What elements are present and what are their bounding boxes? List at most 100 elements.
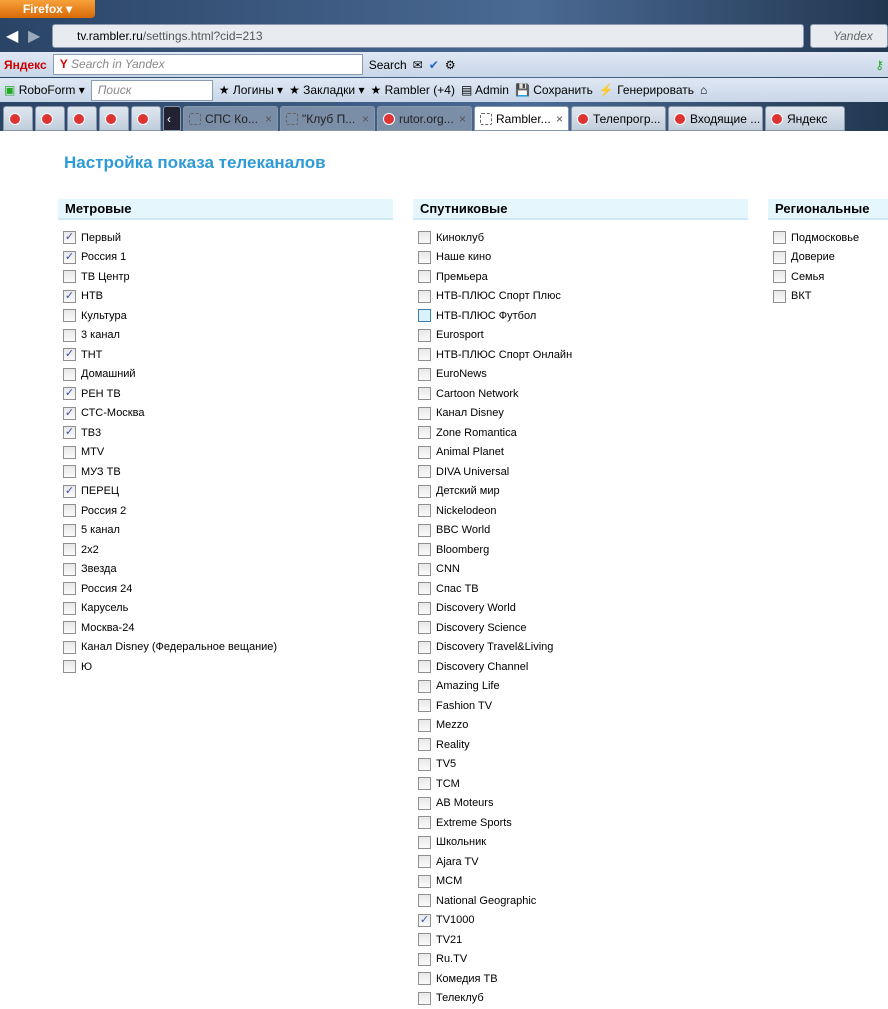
channel-checkbox[interactable] (418, 738, 431, 752)
mail-icon[interactable]: ✉ (413, 58, 423, 72)
save-button[interactable]: 💾 Сохранить (515, 83, 593, 97)
channel-option[interactable]: Discovery Science (418, 618, 748, 638)
channel-checkbox[interactable] (418, 406, 431, 420)
channel-option[interactable]: Домашний (63, 365, 393, 385)
channel-checkbox[interactable] (418, 270, 431, 284)
channel-option[interactable]: Discovery Travel&Living (418, 638, 748, 658)
channel-option[interactable]: ✓ СТС-Москва (63, 404, 393, 424)
tab[interactable] (3, 106, 33, 131)
channel-checkbox[interactable] (418, 777, 431, 791)
channel-checkbox[interactable] (418, 796, 431, 810)
channel-option[interactable]: MTV (63, 443, 393, 463)
channel-option[interactable]: Extreme Sports (418, 813, 748, 833)
channel-checkbox[interactable] (418, 367, 431, 381)
channel-option[interactable]: Россия 24 (63, 579, 393, 599)
channel-checkbox[interactable] (63, 465, 76, 479)
channel-option[interactable]: Канал Disney (Федеральное вещание) (63, 638, 393, 658)
browser-search-box[interactable]: Yandex (810, 24, 888, 48)
yandex-logo[interactable]: Яндекс (4, 58, 47, 72)
roboform-search-input[interactable]: Поиск (90, 79, 213, 101)
firefox-menu-button[interactable]: Firefox ▾ (0, 0, 95, 18)
channel-option[interactable]: Москва-24 (63, 618, 393, 638)
roboform-button[interactable]: ▣ RoboForm ▾ (4, 83, 85, 97)
close-tab-icon[interactable]: × (362, 112, 369, 126)
channel-option[interactable]: TCM (418, 774, 748, 794)
channel-checkbox[interactable] (63, 543, 76, 557)
spellcheck-icon[interactable]: ✔ (429, 58, 439, 72)
channel-checkbox[interactable]: ✓ (418, 913, 431, 927)
channel-checkbox[interactable] (418, 309, 431, 323)
channel-option[interactable]: CNN (418, 560, 748, 580)
channel-option[interactable]: Zone Romantica (418, 423, 748, 443)
channel-option[interactable]: DIVA Universal (418, 462, 748, 482)
channel-checkbox[interactable] (418, 621, 431, 635)
channel-option[interactable]: 2х2 (63, 540, 393, 560)
channel-checkbox[interactable] (773, 250, 786, 264)
channel-option[interactable]: 5 канал (63, 521, 393, 541)
yandex-search-input[interactable]: Y Search in Yandex (52, 54, 363, 75)
channel-checkbox[interactable] (418, 660, 431, 674)
tab[interactable]: rutor.org... × (377, 106, 472, 131)
channel-option[interactable]: Киноклуб (418, 228, 748, 248)
tab-scroll-left[interactable]: ‹ (163, 106, 181, 131)
channel-option[interactable]: National Geographic (418, 891, 748, 911)
channel-checkbox[interactable] (773, 231, 786, 245)
channel-option[interactable]: Mezzo (418, 716, 748, 736)
url-bar[interactable]: tv.rambler.ru/settings.html?cid=213 (52, 24, 804, 48)
channel-checkbox[interactable] (63, 309, 76, 323)
channel-checkbox[interactable]: ✓ (63, 250, 76, 264)
channel-checkbox[interactable] (418, 289, 431, 303)
channel-checkbox[interactable] (418, 933, 431, 947)
channel-option[interactable]: Звезда (63, 560, 393, 580)
channel-checkbox[interactable] (418, 952, 431, 966)
channel-checkbox[interactable]: ✓ (63, 289, 76, 303)
channel-checkbox[interactable]: ✓ (63, 426, 76, 440)
rambler-login[interactable]: ★ Rambler (+4) (370, 83, 454, 97)
channel-option[interactable]: Cartoon Network (418, 384, 748, 404)
channel-checkbox[interactable] (418, 874, 431, 888)
channel-checkbox[interactable] (418, 523, 431, 537)
channel-option[interactable]: Россия 2 (63, 501, 393, 521)
channel-option[interactable]: ✓ TV1000 (418, 911, 748, 931)
channel-checkbox[interactable]: ✓ (63, 406, 76, 420)
channel-option[interactable]: TV5 (418, 755, 748, 775)
channel-checkbox[interactable] (418, 894, 431, 908)
tab[interactable] (131, 106, 161, 131)
tab[interactable]: СПС Ко... × (183, 106, 278, 131)
channel-checkbox[interactable] (63, 660, 76, 674)
back-icon[interactable]: ◀ (6, 26, 18, 46)
channel-option[interactable]: Bloomberg (418, 540, 748, 560)
channel-checkbox[interactable] (63, 328, 76, 342)
channel-checkbox[interactable] (418, 387, 431, 401)
channel-checkbox[interactable]: ✓ (63, 387, 76, 401)
channel-checkbox[interactable]: ✓ (63, 348, 76, 362)
channel-option[interactable]: ✓ Россия 1 (63, 248, 393, 268)
channel-checkbox[interactable] (418, 250, 431, 264)
channel-checkbox[interactable] (418, 445, 431, 459)
channel-option[interactable]: Ru.TV (418, 950, 748, 970)
channel-option[interactable]: Discovery Channel (418, 657, 748, 677)
channel-option[interactable]: Nickelodeon (418, 501, 748, 521)
channel-checkbox[interactable] (418, 543, 431, 557)
channel-option[interactable]: ТВ Центр (63, 267, 393, 287)
channel-option[interactable]: Доверие (773, 248, 888, 268)
channel-checkbox[interactable] (418, 328, 431, 342)
channel-checkbox[interactable] (773, 270, 786, 284)
close-tab-icon[interactable]: × (265, 112, 272, 126)
tab[interactable] (67, 106, 97, 131)
channel-option[interactable]: Наше кино (418, 248, 748, 268)
channel-option[interactable]: МУЗ ТВ (63, 462, 393, 482)
tab[interactable]: Входящие ... (668, 106, 763, 131)
channel-checkbox[interactable] (63, 270, 76, 284)
channel-option[interactable]: НТВ-ПЛЮС Футбол (418, 306, 748, 326)
channel-checkbox[interactable] (63, 582, 76, 596)
channel-checkbox[interactable] (418, 582, 431, 596)
settings-gear-icon[interactable]: ⚙ (445, 58, 456, 72)
generate-button[interactable]: ⚡ Генерировать (599, 83, 694, 97)
channel-option[interactable]: Комедия ТВ (418, 969, 748, 989)
channel-checkbox[interactable] (63, 445, 76, 459)
channel-option[interactable]: ✓ ПЕРЕЦ (63, 482, 393, 502)
channel-checkbox[interactable] (63, 640, 76, 654)
channel-checkbox[interactable] (418, 699, 431, 713)
channel-option[interactable]: Amazing Life (418, 677, 748, 697)
